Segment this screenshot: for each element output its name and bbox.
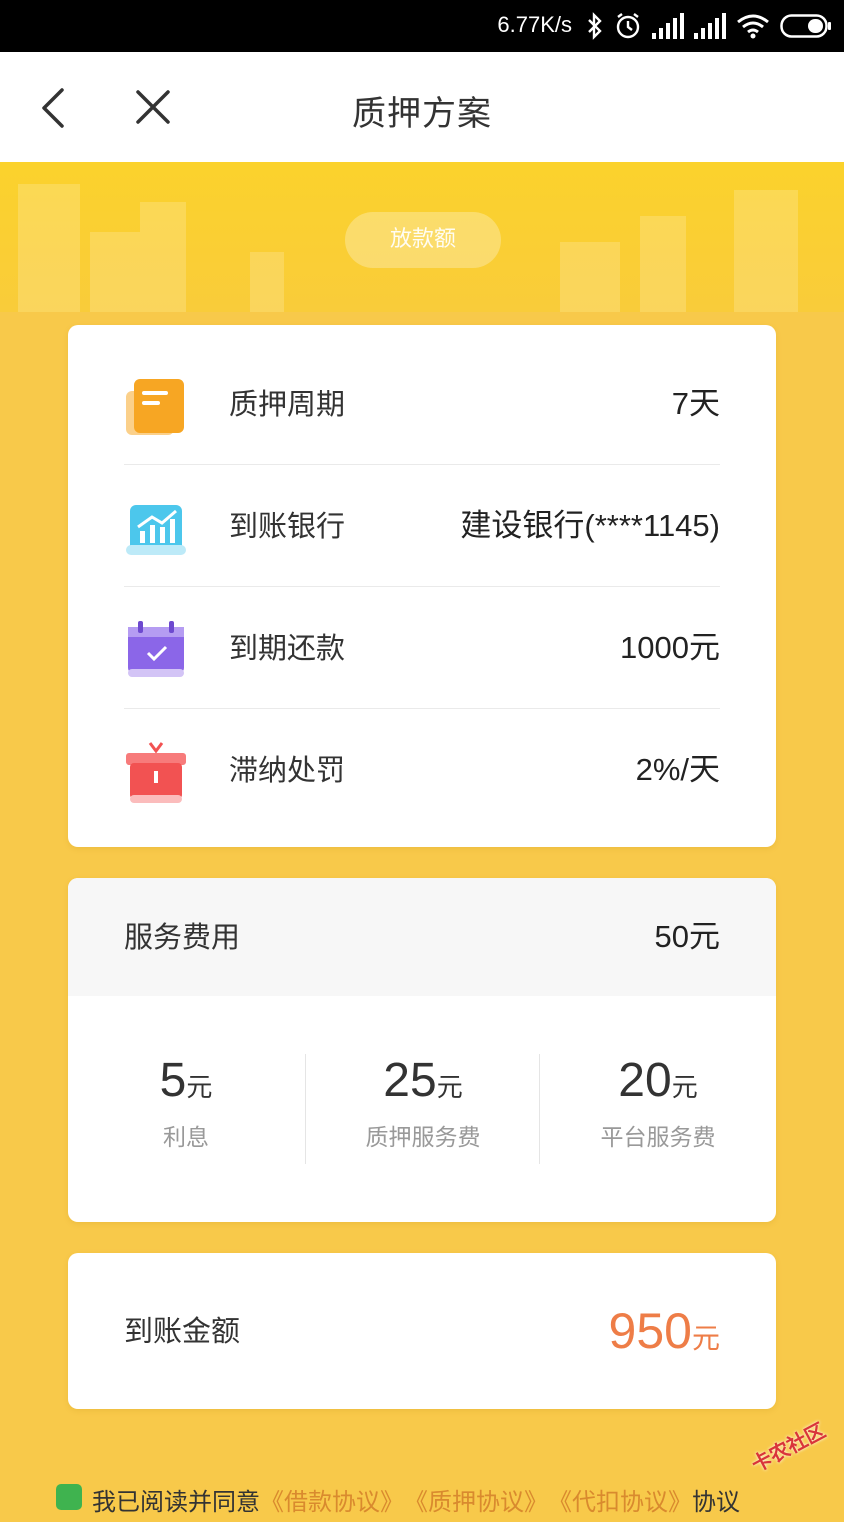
status-icons xyxy=(586,10,832,42)
nav-bar: 质押方案 xyxy=(0,52,844,162)
info-row-bank: 到账银行 建设银行(****1145) xyxy=(124,465,720,587)
fee-breakdown: 5元 利息 25元 质押服务费 20元 平台服务费 xyxy=(68,996,776,1222)
bluetooth-icon xyxy=(588,12,602,40)
fee-amount: 20 xyxy=(618,1054,672,1107)
building-decoration xyxy=(90,232,140,312)
row-label: 滞纳处罚 xyxy=(229,753,346,787)
disbursement-pill: 放款额 xyxy=(345,212,501,268)
page-title: 质押方案 xyxy=(352,94,492,134)
watermark-text: 卡农社区 xyxy=(747,1418,830,1477)
battery-icon xyxy=(780,14,831,38)
building-decoration xyxy=(140,202,186,312)
fee-label: 服务费用 xyxy=(124,920,241,954)
alarm-icon xyxy=(616,13,640,39)
fee-caption: 利息 xyxy=(163,1125,209,1151)
building-decoration xyxy=(560,242,620,312)
fee-item-pledge-service: 25元 质押服务费 xyxy=(305,1052,541,1152)
row-value: 2%/天 xyxy=(635,752,720,787)
row-label: 到账银行 xyxy=(229,509,346,543)
received-amount-card: 到账金额 950元 xyxy=(68,1253,776,1409)
gift-box-icon xyxy=(126,742,186,803)
service-fee-card: 服务费用 50元 5元 利息 25元 质押服务费 20元 平台服务费 xyxy=(68,878,776,1222)
row-value: 7天 xyxy=(671,386,720,421)
fee-amount: 25 xyxy=(383,1054,437,1107)
signal-icon xyxy=(652,13,684,39)
building-decoration xyxy=(640,216,686,312)
row-label: 到期还款 xyxy=(229,631,346,665)
total-label: 到账金额 xyxy=(124,1314,241,1348)
document-icon xyxy=(126,379,184,435)
status-bar: 6.77K/s xyxy=(0,0,844,52)
fee-amount: 5 xyxy=(159,1054,187,1107)
wifi-icon xyxy=(737,14,769,39)
fee-total: 50元 xyxy=(654,919,720,954)
fee-unit: 元 xyxy=(186,1072,213,1102)
info-row-period: 质押周期 7天 xyxy=(124,343,720,465)
row-value: 建设银行(****1145) xyxy=(460,508,720,543)
chart-icon xyxy=(126,505,186,555)
total-value: 950元 xyxy=(609,1253,720,1422)
info-row-repayment: 到期还款 1000元 xyxy=(124,587,720,709)
agreement-checkbox[interactable] xyxy=(56,1484,82,1510)
fee-header: 服务费用 50元 xyxy=(68,878,776,996)
pledge-info-card: 质押周期 7天 到账银行 建设银行(****1145) 到期还款 1000元 滞… xyxy=(68,325,776,847)
row-value: 1000元 xyxy=(620,630,720,665)
network-speed: 6.77K/s xyxy=(497,12,572,37)
fee-unit: 元 xyxy=(671,1072,698,1102)
signal-icon xyxy=(694,13,726,39)
info-row-penalty: 滞纳处罚 2%/天 xyxy=(124,709,720,831)
hero-banner: 放款额 xyxy=(0,162,844,312)
row-label: 质押周期 xyxy=(229,387,346,421)
fee-item-interest: 5元 利息 xyxy=(68,1052,304,1152)
calendar-check-icon xyxy=(128,621,184,677)
fee-unit: 元 xyxy=(436,1072,463,1102)
total-unit: 元 xyxy=(691,1323,720,1354)
agreement-row: 我已阅读并同意 《借款协议》 《质押协议》 《代扣协议》 协议 xyxy=(56,1482,740,1522)
fee-caption: 质押服务费 xyxy=(365,1125,481,1151)
total-amount: 950 xyxy=(608,1303,692,1359)
building-decoration xyxy=(250,252,284,312)
fee-item-platform-service: 20元 平台服务费 xyxy=(540,1052,776,1152)
building-decoration xyxy=(18,184,80,312)
fee-caption: 平台服务费 xyxy=(600,1125,716,1151)
building-decoration xyxy=(734,190,798,312)
